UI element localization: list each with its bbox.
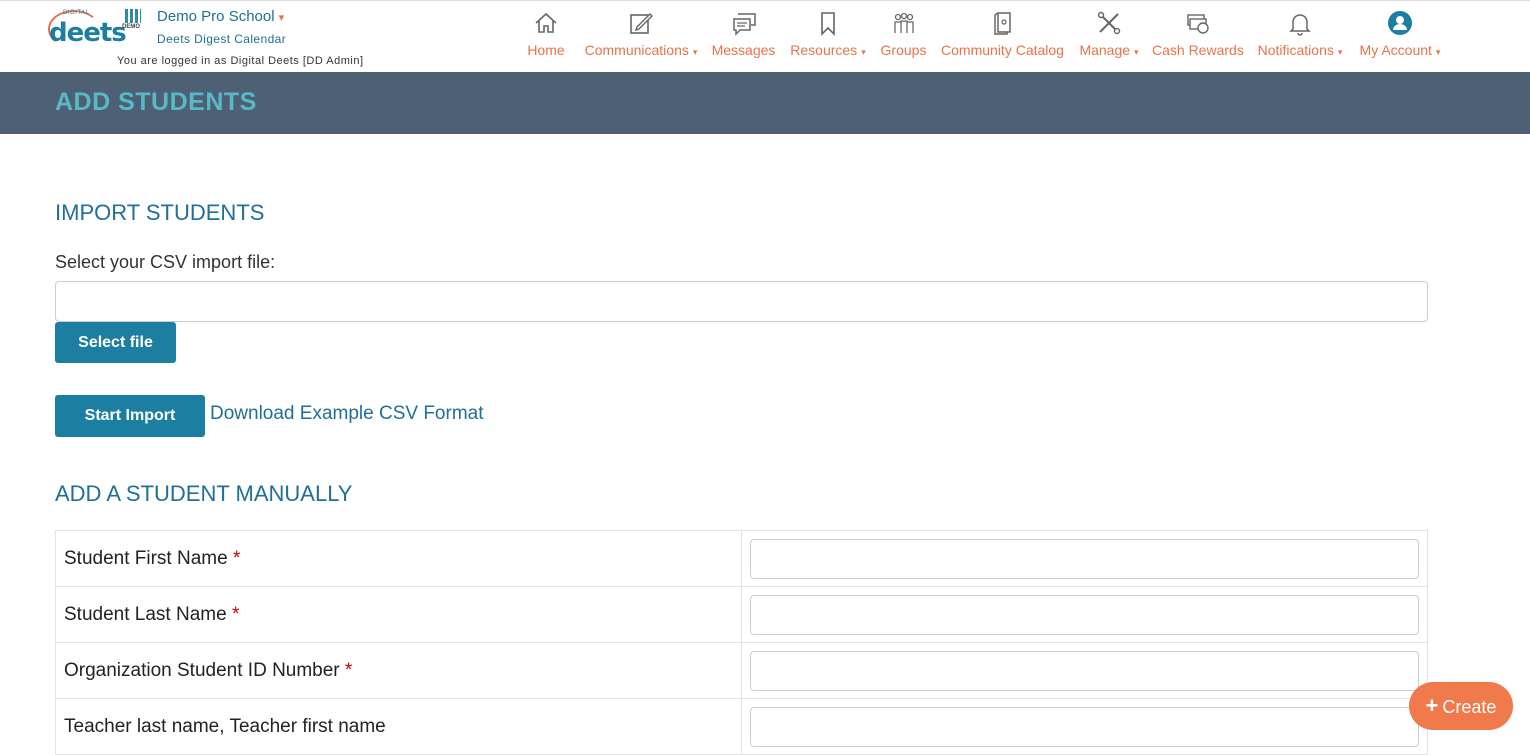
school-logo: DEMO [122,9,144,35]
nav-label-home: Home [527,42,565,58]
catalog-icon [993,12,1011,35]
edit-icon [630,13,653,34]
deets-logo[interactable]: DIGITAL deets [48,10,127,54]
home-icon [535,12,557,33]
first-name-input[interactable] [750,538,1419,579]
field-input-cell [741,530,1428,587]
chevron-down-icon: ▾ [692,47,698,57]
create-button[interactable]: + Create [1409,682,1513,730]
select-file-button[interactable]: Select file [55,322,176,363]
nav-label-groups: Groups [880,42,927,58]
nav-cash-rewards[interactable]: Cash Rewards [1152,10,1244,58]
required-marker: * [231,603,240,625]
required-marker: * [344,659,353,681]
form-row-last-name: Student Last Name * [55,586,1428,643]
nav-manage[interactable]: Manage ▾ [1076,10,1142,58]
field-label: Organization Student ID Number * [55,642,742,699]
nav-community-catalog[interactable]: Community Catalog [940,10,1065,58]
chevron-down-icon: ▾ [1435,47,1441,57]
top-header: DIGITAL deets DEMO Demo Pro School ▾ Deet… [0,0,1530,72]
nav-home[interactable]: Home [526,10,566,58]
form-row-student-id: Organization Student ID Number * [55,642,1428,699]
teacher-name-label: Teacher last name, Teacher first name [64,715,386,737]
nav-label-community-catalog: Community Catalog [941,42,1064,58]
bell-icon [1289,14,1311,36]
download-example-csv-link[interactable]: Download Example CSV Format [210,403,484,425]
chevron-down-icon: ▾ [861,47,866,57]
plus-icon: + [1425,693,1439,718]
cash-icon [1186,14,1209,34]
last-name-label: Student Last Name [64,603,227,625]
nav-groups[interactable]: Groups [880,10,927,58]
tools-icon [1097,11,1121,35]
books-icon [125,9,141,23]
bookmark-icon [821,12,835,36]
form-row-teacher: Teacher last name, Teacher first name [55,698,1428,755]
field-label: Teacher last name, Teacher first name [55,698,742,755]
school-subtitle: Deets Digest Calendar [157,32,287,46]
csv-file-label: Select your CSV import file: [55,252,276,272]
student-form-table: Student First Name * Student Last Name *… [55,530,1428,755]
logged-in-text: You are logged in as Digital Deets [DD A… [117,55,364,67]
manual-section-title: ADD A STUDENT MANUALLY [55,481,353,506]
student-id-input[interactable] [750,650,1419,691]
field-input-cell [741,698,1428,755]
form-row-first-name: Student First Name * [55,530,1428,587]
messages-icon [732,13,756,36]
nav-my-account[interactable]: My Account ▾ [1356,10,1444,58]
page-banner: ADD STUDENTS [0,72,1530,134]
chevron-down-icon: ▾ [278,12,285,24]
last-name-input[interactable] [750,594,1419,635]
import-section-title: IMPORT STUDENTS [55,200,265,225]
field-label: Student First Name * [55,530,742,587]
nav-label-communications: Communications [584,42,689,58]
nav-label-cash-rewards: Cash Rewards [1152,42,1244,58]
field-input-cell [741,642,1428,699]
logo-small-text: DIGITAL [63,10,90,16]
first-name-label: Student First Name [64,547,228,569]
field-input-cell [741,586,1428,643]
start-import-button[interactable]: Start Import [55,395,205,437]
nav-label-manage: Manage [1079,42,1131,58]
nav-label-notifications: Notifications [1257,42,1334,58]
csv-file-field[interactable] [55,281,1428,322]
logo-text: deets [49,18,127,48]
chevron-down-icon: ▾ [1134,47,1139,57]
page-title: ADD STUDENTS [55,88,257,116]
school-name: Demo Pro School [157,8,275,25]
nav-label-resources: Resources [790,42,858,58]
nav-notifications[interactable]: Notifications ▾ [1255,10,1345,58]
field-label: Student Last Name * [55,586,742,643]
user-icon [1388,11,1412,35]
nav-label-messages: Messages [711,42,776,58]
chevron-down-icon: ▾ [1337,47,1343,57]
student-id-label: Organization Student ID Number [64,659,340,681]
nav-label-my-account: My Account [1359,42,1432,58]
nav-resources[interactable]: Resources ▾ [788,10,868,58]
groups-icon [893,12,914,33]
nav-messages[interactable]: Messages [711,10,776,58]
required-marker: * [232,547,241,569]
create-label: Create [1442,697,1497,717]
school-logo-tag: DEMO [122,24,140,30]
teacher-name-input[interactable] [750,706,1419,747]
nav-communications[interactable]: Communications ▾ [582,10,700,58]
school-selector[interactable]: Demo Pro School ▾ [157,8,284,25]
